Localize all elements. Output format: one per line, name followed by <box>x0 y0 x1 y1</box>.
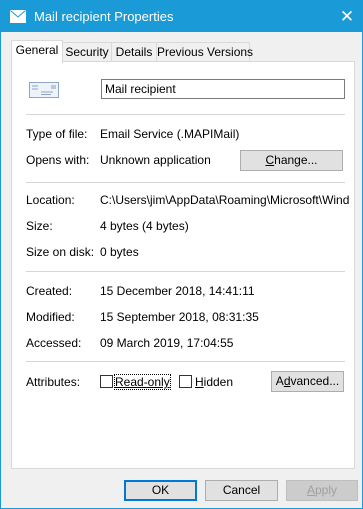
size-value: 4 bytes (4 bytes) <box>100 219 189 233</box>
change-button-label: hange... <box>274 153 318 167</box>
tab-details[interactable]: Details <box>111 42 157 62</box>
created-label: Created: <box>26 284 73 298</box>
accessed-value: 09 March 2019, 17:04:55 <box>100 336 234 350</box>
title-bar[interactable]: Mail recipient Properties ✕ <box>1 1 362 32</box>
type-label: Type of file: <box>26 127 88 141</box>
size-on-disk-label: Size on disk: <box>26 245 95 259</box>
hidden-checkbox[interactable] <box>179 375 192 388</box>
read-only-checkbox[interactable] <box>100 375 113 388</box>
separator <box>26 271 345 272</box>
separator <box>26 361 345 362</box>
advanced-button[interactable]: Advanced... <box>271 371 344 392</box>
modified-value: 15 September 2018, 08:31:35 <box>100 310 259 324</box>
cancel-button[interactable]: Cancel <box>205 480 278 501</box>
window-title: Mail recipient Properties <box>34 9 174 24</box>
opens-with-value: Unknown application <box>100 153 211 167</box>
accessed-label: Accessed: <box>26 336 82 350</box>
opens-with-label: Opens with: <box>26 153 90 167</box>
type-value: Email Service (.MAPIMail) <box>100 127 240 141</box>
hidden-label[interactable]: Hidden <box>195 375 233 389</box>
read-only-label[interactable]: Read-only <box>114 374 171 390</box>
close-icon: ✕ <box>339 7 355 26</box>
size-label: Size: <box>26 219 53 233</box>
file-name-field[interactable] <box>101 79 345 99</box>
general-panel: Type of file: Email Service (.MAPIMail) … <box>11 61 355 469</box>
ok-button[interactable]: OK <box>124 480 197 501</box>
mail-recipient-icon <box>10 10 26 23</box>
tab-security[interactable]: Security <box>62 42 112 62</box>
mail-file-icon <box>29 82 59 98</box>
tab-general[interactable]: General <box>11 40 63 63</box>
separator <box>26 114 345 115</box>
apply-button[interactable]: Apply <box>286 480 358 501</box>
size-on-disk-value: 0 bytes <box>100 245 139 259</box>
change-button[interactable]: Change... <box>240 150 343 171</box>
created-value: 15 December 2018, 14:41:11 <box>100 284 255 298</box>
tab-previous-versions[interactable]: Previous Versions <box>156 42 253 62</box>
location-label: Location: <box>26 193 75 207</box>
location-value: C:\Users\jim\AppData\Roaming\Microsoft\W… <box>100 193 349 207</box>
separator <box>26 182 345 183</box>
close-button[interactable]: ✕ <box>332 1 362 32</box>
attributes-label: Attributes: <box>26 375 81 389</box>
modified-label: Modified: <box>26 310 75 324</box>
properties-window: Mail recipient Properties ✕ General Secu… <box>0 0 363 509</box>
